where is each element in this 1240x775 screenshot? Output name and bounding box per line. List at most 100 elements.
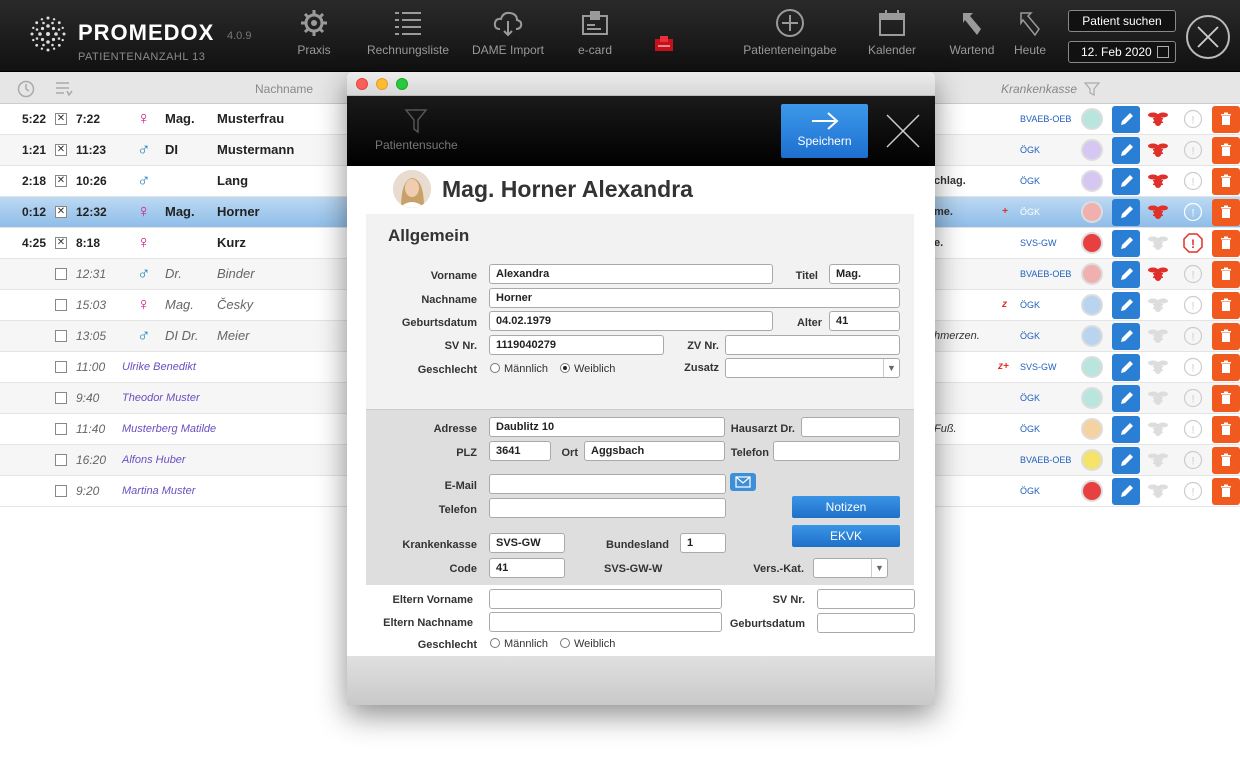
toolbar-rechnungsliste-button[interactable]: Rechnungsliste [362, 8, 454, 66]
toolbar-heute-button[interactable]: Heute [1008, 8, 1052, 66]
bee-icon[interactable] [1147, 233, 1169, 253]
patient-name[interactable]: Ulrike Benedikt [122, 361, 196, 373]
patient-name[interactable]: Lang [217, 173, 248, 188]
toolbar-ecard-button[interactable]: e-card [570, 8, 620, 66]
code-field[interactable]: 41 [489, 558, 565, 578]
arrived-checkbox[interactable]: ✕ [55, 206, 67, 218]
edit-button[interactable] [1112, 323, 1140, 350]
warning-icon[interactable]: ! [1183, 450, 1203, 470]
edit-button[interactable] [1112, 137, 1140, 164]
patient-name[interactable]: Martina Muster [122, 485, 195, 497]
ort-field[interactable]: Aggsbach [584, 441, 725, 461]
arrived-checkbox[interactable] [55, 299, 67, 311]
bee-icon[interactable] [1147, 264, 1169, 284]
delete-button[interactable] [1212, 416, 1240, 443]
speichern-button[interactable]: Speichern [781, 104, 868, 158]
bee-icon[interactable] [1147, 202, 1169, 222]
status-circle[interactable] [1081, 232, 1103, 254]
toolbar-wartend-button[interactable]: Wartend [944, 8, 1000, 66]
patient-name[interactable]: Meier [217, 328, 250, 343]
column-krankenkasse[interactable]: Krankenkasse [1001, 82, 1077, 96]
arrived-checkbox[interactable] [55, 392, 67, 404]
bee-icon[interactable] [1147, 388, 1169, 408]
alter-field[interactable]: 41 [829, 311, 900, 331]
status-circle[interactable] [1081, 170, 1103, 192]
warning-icon[interactable]: ! [1183, 202, 1203, 222]
verskat-select[interactable]: ▼ [813, 558, 888, 578]
delete-button[interactable] [1212, 168, 1240, 195]
arrived-checkbox[interactable]: ✕ [55, 237, 67, 249]
zvnr-field[interactable] [725, 335, 900, 355]
sort-list-icon[interactable] [55, 80, 73, 98]
delete-button[interactable] [1212, 137, 1240, 164]
adresse-field[interactable]: Daublitz 10 [489, 417, 725, 437]
warning-icon[interactable]: ! [1183, 295, 1203, 315]
toolbar-kalender-button[interactable]: Kalender [864, 8, 920, 66]
warning-icon[interactable]: ! [1183, 326, 1203, 346]
edit-button[interactable] [1112, 261, 1140, 288]
bee-icon[interactable] [1147, 109, 1169, 129]
status-circle[interactable] [1081, 449, 1103, 471]
edit-button[interactable] [1112, 199, 1140, 226]
column-nachname[interactable]: Nachname [255, 82, 313, 96]
delete-button[interactable] [1212, 230, 1240, 257]
arrived-checkbox[interactable]: ✕ [55, 144, 67, 156]
eltern-geburtsdatum-field[interactable] [817, 613, 915, 633]
eltern-nachname-field[interactable] [489, 612, 722, 632]
delete-button[interactable] [1212, 106, 1240, 133]
edit-button[interactable] [1112, 292, 1140, 319]
plz-field[interactable]: 3641 [489, 441, 551, 461]
minimize-window-button[interactable] [376, 78, 388, 90]
arrived-checkbox[interactable] [55, 361, 67, 373]
edit-button[interactable] [1112, 168, 1140, 195]
patient-name[interactable]: Binder [217, 266, 255, 281]
edit-button[interactable] [1112, 230, 1140, 257]
status-circle[interactable] [1081, 480, 1103, 502]
status-circle[interactable] [1081, 387, 1103, 409]
delete-button[interactable] [1212, 199, 1240, 226]
clock-icon[interactable] [17, 80, 35, 98]
warning-icon[interactable]: ! [1183, 481, 1203, 501]
vorname-field[interactable]: Alexandra [489, 264, 773, 284]
bee-icon[interactable] [1147, 481, 1169, 501]
arrived-checkbox[interactable] [55, 485, 67, 497]
arrived-checkbox[interactable] [55, 268, 67, 280]
titel-field[interactable]: Mag. [829, 264, 900, 284]
warning-icon[interactable]: ! [1183, 357, 1203, 377]
toolbar-praxis-button[interactable]: Praxis [286, 8, 342, 66]
telefon-field[interactable] [773, 441, 900, 461]
warning-icon[interactable]: ! [1183, 233, 1203, 253]
patient-suchen-button[interactable]: Patient suchen [1068, 10, 1176, 32]
edit-button[interactable] [1112, 106, 1140, 133]
edit-button[interactable] [1112, 354, 1140, 381]
patient-name[interactable]: Musterfrau [217, 111, 284, 126]
warning-icon[interactable]: ! [1183, 419, 1203, 439]
patient-name[interactable]: Horner [217, 204, 260, 219]
eltern-svnr-field[interactable] [817, 589, 915, 609]
patient-name[interactable]: Alfons Huber [122, 454, 186, 466]
eltern-vorname-field[interactable] [489, 589, 722, 609]
delete-button[interactable] [1212, 261, 1240, 288]
warning-icon[interactable]: ! [1183, 109, 1203, 129]
radio-eltern-maennlich[interactable]: Männlich [490, 638, 548, 650]
bee-icon[interactable] [1147, 140, 1169, 160]
svnr-field[interactable]: 1119040279 [489, 335, 664, 355]
edit-button[interactable] [1112, 447, 1140, 474]
bee-icon[interactable] [1147, 326, 1169, 346]
edit-button[interactable] [1112, 478, 1140, 505]
status-circle[interactable] [1081, 325, 1103, 347]
close-app-icon[interactable] [1186, 15, 1230, 59]
warning-icon[interactable]: ! [1183, 140, 1203, 160]
bee-icon[interactable] [1147, 450, 1169, 470]
bee-icon[interactable] [1147, 419, 1169, 439]
bee-icon[interactable] [1147, 171, 1169, 191]
patient-name[interactable]: Theodor Muster [122, 392, 200, 404]
status-circle[interactable] [1081, 356, 1103, 378]
radio-weiblich[interactable]: Weiblich [560, 363, 615, 375]
filter-icon[interactable] [1084, 81, 1100, 97]
bee-icon[interactable] [1147, 357, 1169, 377]
patient-name[interactable]: Musterberg Matilde [122, 423, 216, 435]
warning-icon[interactable]: ! [1183, 388, 1203, 408]
date-picker[interactable]: 12. Feb 2020 [1068, 41, 1176, 63]
warning-icon[interactable]: ! [1183, 264, 1203, 284]
